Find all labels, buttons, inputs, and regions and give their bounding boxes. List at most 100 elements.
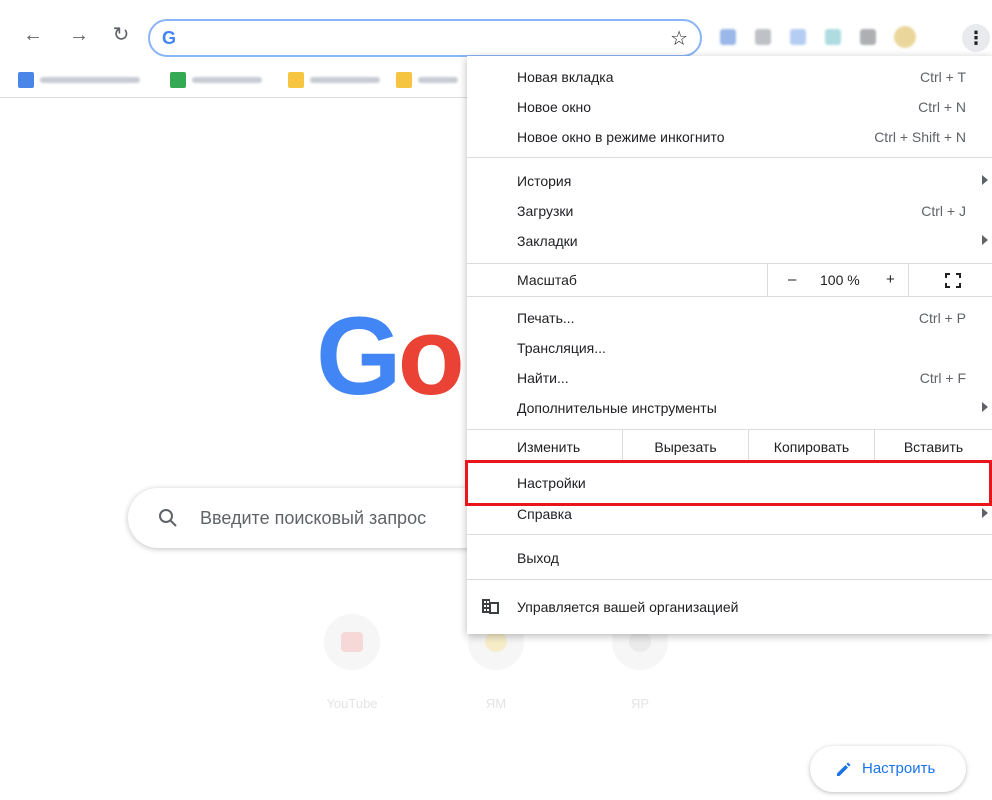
zoom-level: 100 % [820,272,860,288]
menu-divider [467,296,992,297]
shortcut-label: ЯМ [485,696,507,711]
bookmark-label [418,77,458,83]
bookmark-favicon-icon [18,72,34,88]
paste-button[interactable]: Вставить [874,430,992,462]
pencil-icon [837,762,851,776]
menu-item-label: Выход [517,550,559,566]
menu-item-downloads[interactable]: Загрузки Ctrl + J [467,196,992,226]
extension-icon[interactable] [790,29,806,45]
bookmark-item[interactable] [396,72,466,88]
menu-item-label: История [517,173,572,189]
menu-item-label: Найти... [517,370,569,386]
menu-item-label: Новая вкладка [517,69,614,85]
bookmark-item[interactable] [170,72,270,88]
submenu-arrow-icon [982,508,988,518]
menu-item-shortcut: Ctrl + J [921,203,966,219]
menu-item-shortcut: Ctrl + P [918,310,966,326]
menu-item-new-tab[interactable]: Новая вкладка Ctrl + T [467,62,992,92]
menu-divider [467,534,992,535]
menu-item-incognito[interactable]: Новое окно в режиме инкогнито Ctrl + Shi… [467,122,992,152]
shortcut-favicon [324,614,380,670]
browser-toolbar: ← → ↻ G ☆ ⋮ [0,0,992,60]
zoom-out-button[interactable]: – [788,271,796,288]
menu-item-label: Управляется вашей организацией [517,599,739,615]
bookmark-label [310,77,380,83]
search-input[interactable]: Введите поисковый запрос [200,508,426,529]
search-icon [159,509,177,527]
menu-divider [467,157,992,158]
forward-button[interactable]: → [68,24,90,46]
bookmark-label [192,77,262,83]
zoom-in-button[interactable]: + [886,271,895,288]
folder-icon [288,72,304,88]
avatar[interactable] [894,26,916,48]
chrome-main-menu: Новая вкладка Ctrl + T Новое окно Ctrl +… [467,56,992,634]
zoom-label: Масштаб [517,272,577,288]
customize-button[interactable]: Настроить [810,746,966,792]
fullscreen-icon[interactable] [945,273,961,288]
google-logo-icon: G [162,28,177,48]
extension-icon[interactable] [825,29,841,45]
menu-item-shortcut: Ctrl + F [919,370,966,386]
cut-button[interactable]: Вырезать [622,430,748,462]
arrow-right-icon: → [69,24,89,46]
submenu-arrow-icon [982,175,988,185]
extension-icon[interactable] [860,29,876,45]
star-icon[interactable]: ☆ [670,26,688,51]
kebab-icon: ⋮ [967,28,985,48]
edit-label: Изменить [517,439,581,455]
play-icon [629,632,651,652]
google-logo: Go [316,295,465,418]
menu-item-bookmarks[interactable]: Закладки [467,226,992,256]
menu-edit-row: Изменить Вырезать Копировать Вставить [467,430,992,462]
youtube-icon [341,632,363,652]
menu-item-shortcut: Ctrl + N [918,99,966,115]
zoom-controls: – 100 % + [767,264,909,296]
bookmark-label [40,77,140,83]
cut-label: Вырезать [654,439,717,455]
menu-item-label: Новое окно [517,99,592,115]
copy-button[interactable]: Копировать [748,430,874,462]
shortcut-tile[interactable]: YouTube [296,614,408,724]
reload-button[interactable]: ↻ [110,24,132,46]
bookmark-favicon-icon [170,72,186,88]
menu-item-label: Закладки [517,233,578,249]
customize-label: Настроить [862,760,936,777]
menu-item-label: Печать... [517,310,575,326]
bookmark-item[interactable] [18,72,148,88]
extension-icon[interactable] [755,29,771,45]
ym-icon [485,632,507,652]
settings-highlight-frame [465,460,992,506]
menu-item-new-window[interactable]: Новое окно Ctrl + N [467,92,992,122]
menu-item-find[interactable]: Найти... Ctrl + F [467,363,992,393]
address-bar[interactable]: G ☆ [148,19,702,57]
menu-item-label: Трансляция... [517,340,606,356]
shortcut-label: YouTube [326,696,378,711]
folder-icon [396,72,412,88]
bookmark-item[interactable] [288,72,388,88]
arrow-left-icon: ← [23,24,43,46]
menu-divider [467,579,992,580]
shortcut-label: ЯР [630,696,650,711]
building-icon [482,599,499,614]
extension-icon[interactable] [720,29,736,45]
reload-icon: ↻ [112,24,130,46]
menu-zoom-row: Масштаб – 100 % + [467,264,992,296]
paste-label: Вставить [903,439,964,455]
copy-label: Копировать [773,439,850,455]
menu-item-exit[interactable]: Выход [467,543,992,573]
menu-item-cast[interactable]: Трансляция... [467,333,992,363]
submenu-arrow-icon [982,402,988,412]
menu-item-label: Загрузки [517,203,574,219]
menu-item-more-tools[interactable]: Дополнительные инструменты [467,393,992,423]
menu-item-label: Дополнительные инструменты [517,400,717,416]
menu-item-shortcut: Ctrl + T [919,69,966,85]
menu-item-label: Новое окно в режиме инкогнито [517,129,725,145]
submenu-arrow-icon [982,235,988,245]
menu-item-managed[interactable]: Управляется вашей организацией [467,592,992,622]
back-button[interactable]: ← [22,24,44,46]
chrome-menu-button[interactable]: ⋮ [962,24,990,52]
menu-item-shortcut: Ctrl + Shift + N [874,129,966,145]
menu-item-print[interactable]: Печать... Ctrl + P [467,303,992,333]
menu-item-history[interactable]: История [467,166,992,196]
